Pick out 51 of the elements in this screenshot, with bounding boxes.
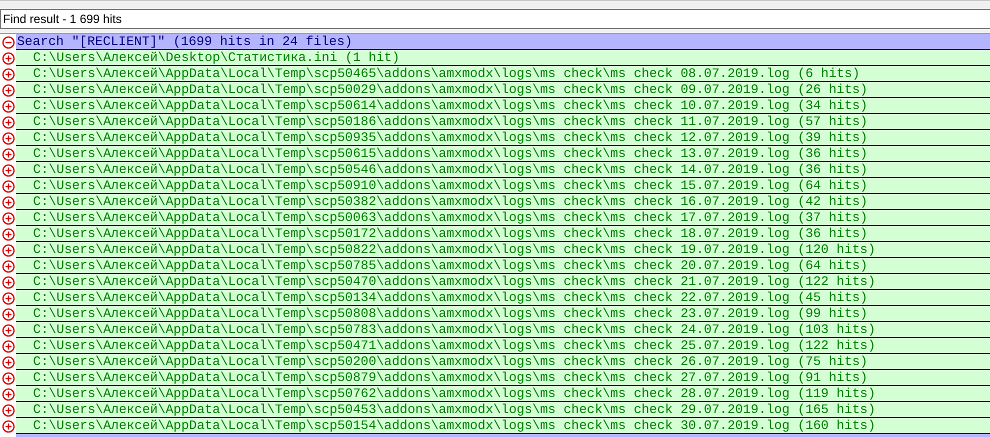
file-result[interactable]: C:\Users\Алексей\AppData\Local\Temp\scp50822\addons\amxmodx\logs\ms check\ms check 19.07.2019.log (120 hits) [16,242,990,258]
file-result[interactable]: C:\Users\Алексей\AppData\Local\Temp\scp50470\addons\amxmodx\logs\ms check\ms check 21.07.2019.log (122 hits) [16,274,990,290]
expand-icon[interactable] [2,356,14,368]
expand-icon[interactable] [2,260,14,272]
file-result[interactable]: C:\Users\Алексей\AppData\Local\Temp\scp50808\addons\amxmodx\logs\ms check\ms check 23.07.2019.log (99 hits) [16,306,990,322]
file-result[interactable]: C:\Users\Алексей\AppData\Local\Temp\scp50615\addons\amxmodx\logs\ms check\ms check 13.07.2019.log (36 hits) [16,146,990,162]
expand-icon[interactable] [2,84,14,96]
file-result[interactable]: C:\Users\Алексей\AppData\Local\Temp\scp50382\addons\amxmodx\logs\ms check\ms check 16.07.2019.log (42 hits) [16,194,990,210]
expand-icon[interactable] [2,132,14,144]
file-result[interactable]: C:\Users\Алексей\AppData\Local\Temp\scp50910\addons\amxmodx\logs\ms check\ms check 15.07.2019.log (64 hits) [16,178,990,194]
file-result[interactable]: C:\Users\Алексей\AppData\Local\Temp\scp50172\addons\amxmodx\logs\ms check\ms check 18.07.2019.log (36 hits) [16,226,990,242]
file-result[interactable]: C:\Users\Алексей\AppData\Local\Temp\scp50783\addons\amxmodx\logs\ms check\ms check 24.07.2019.log (103 hits) [16,322,990,338]
file-result[interactable]: C:\Users\Алексей\AppData\Local\Temp\scp50186\addons\amxmodx\logs\ms check\ms check 11.07.2019.log (57 hits) [16,114,990,130]
expand-icon[interactable] [2,244,14,256]
file-result[interactable]: C:\Users\Алексей\AppData\Local\Temp\scp50935\addons\amxmodx\logs\ms check\ms check 12.07.2019.log (39 hits) [16,130,990,146]
collapse-icon[interactable] [2,36,14,48]
expand-icon[interactable] [2,228,14,240]
expand-icon[interactable] [2,420,14,432]
file-result[interactable]: C:\Users\Алексей\Desktop\Статистика.ini (1 hit) [16,50,990,66]
file-result[interactable]: C:\Users\Алексей\AppData\Local\Temp\scp50879\addons\amxmodx\logs\ms check\ms check 27.07.2019.log (91 hits) [16,370,990,386]
file-result[interactable]: C:\Users\Алексей\AppData\Local\Temp\scp50154\addons\amxmodx\logs\ms check\ms check 30.07.2019.log (160 hits) [16,418,990,434]
expand-icon[interactable] [2,308,14,320]
expand-icon[interactable] [2,324,14,336]
expand-icon[interactable] [2,180,14,192]
file-result[interactable]: C:\Users\Алексей\AppData\Local\Temp\scp50029\addons\amxmodx\logs\ms check\ms check 09.07.2019.log (26 hits) [16,82,990,98]
panel-title: Find result - 1 699 hits [0,9,990,29]
expand-icon[interactable] [2,372,14,384]
file-result[interactable]: C:\Users\Алексей\AppData\Local\Temp\scp50614\addons\amxmodx\logs\ms check\ms check 10.07.2019.log (34 hits) [16,98,990,114]
file-result[interactable]: C:\Users\Алексей\AppData\Local\Temp\scp50063\addons\amxmodx\logs\ms check\ms check 17.07.2019.log (37 hits) [16,210,990,226]
expand-icon[interactable] [2,388,14,400]
file-result[interactable]: C:\Users\Алексей\AppData\Local\Temp\scp50546\addons\amxmodx\logs\ms check\ms check 14.07.2019.log (36 hits) [16,162,990,178]
file-result[interactable]: C:\Users\Алексей\AppData\Local\Temp\scp50465\addons\amxmodx\logs\ms check\ms check 08.07.2019.log (6 hits) [16,66,990,82]
expand-icon[interactable] [2,100,14,112]
file-result[interactable]: C:\Users\Алексей\AppData\Local\Temp\scp50200\addons\amxmodx\logs\ms check\ms check 26.07.2019.log (75 hits) [16,354,990,370]
expand-icon[interactable] [2,404,14,416]
file-result[interactable]: C:\Users\Алексей\AppData\Local\Temp\scp50785\addons\amxmodx\logs\ms check\ms check 20.07.2019.log (64 hits) [16,258,990,274]
expand-icon[interactable] [2,116,14,128]
file-result[interactable]: C:\Users\Алексей\AppData\Local\Temp\scp50471\addons\amxmodx\logs\ms check\ms check 25.07.2019.log (122 hits) [16,338,990,354]
expand-icon[interactable] [2,164,14,176]
expand-icon[interactable] [2,68,14,80]
search-header[interactable]: Search "[RECLIENT]" (1699 hits in 24 files) [16,34,990,50]
expand-icon[interactable] [2,340,14,352]
expand-icon[interactable] [2,292,14,304]
file-result[interactable]: C:\Users\Алексей\AppData\Local\Temp\scp50134\addons\amxmodx\logs\ms check\ms check 22.07.2019.log (45 hits) [16,290,990,306]
expand-icon[interactable] [2,196,14,208]
file-result[interactable]: C:\Users\Алексей\AppData\Local\Temp\scp50762\addons\amxmodx\logs\ms check\ms check 28.07.2019.log (119 hits) [16,386,990,402]
expand-icon[interactable] [2,276,14,288]
expand-icon[interactable] [2,148,14,160]
file-result[interactable]: C:\Users\Алексей\AppData\Local\Temp\scp50453\addons\amxmodx\logs\ms check\ms check 29.07.2019.log (165 hits) [16,402,990,418]
expand-icon[interactable] [2,212,14,224]
expand-icon[interactable] [2,52,14,64]
